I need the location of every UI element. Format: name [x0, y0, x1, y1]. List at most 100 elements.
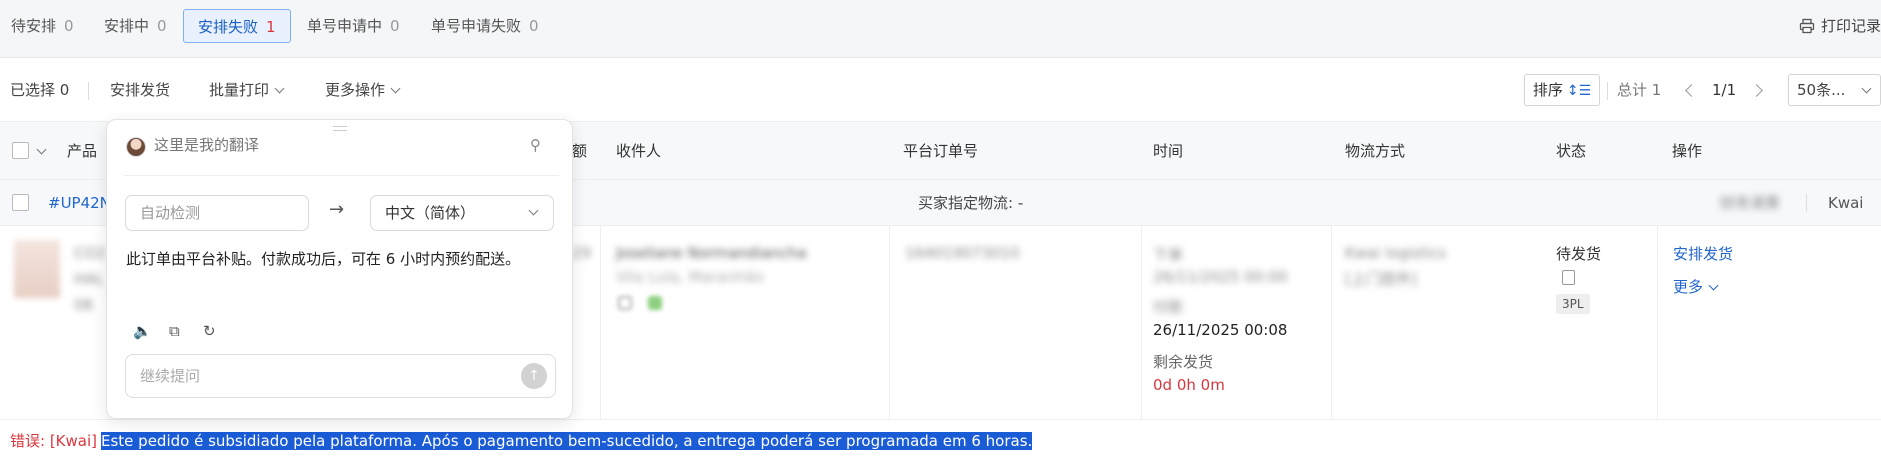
batch-print-dropdown[interactable]: 批量打印 [209, 58, 285, 122]
product-thumbnail[interactable] [14, 240, 60, 298]
col-actions: 操作 [1672, 142, 1703, 160]
recipient-city: Vila Lula, Maranhão [616, 268, 764, 286]
tab-count: 0 [529, 17, 539, 35]
page-indicator: 1/1 [1712, 81, 1737, 99]
product-name: CO2 [74, 244, 106, 262]
print-log-label: 打印记录 [1820, 17, 1881, 35]
chevron-down-icon[interactable] [36, 144, 47, 155]
error-text[interactable]: Este pedido é subsidiado pela plataforma… [101, 432, 1033, 450]
arrow-right-icon: → [329, 199, 345, 220]
more-actions-label: 更多 [1673, 278, 1704, 296]
col-time: 时间 [1153, 142, 1184, 160]
pay-time-label: 付款 [1153, 298, 1184, 316]
amount-value: 29 [572, 244, 592, 262]
divider [1331, 226, 1332, 420]
tab-label: 单号申请失败 [431, 17, 522, 35]
status-tabs: 待安排 0 安排中 0 安排失败 1 单号申请中 0 单号申请失败 0 打印记录 [0, 0, 1881, 58]
source-language-select[interactable]: 自动检测 [125, 195, 309, 231]
refresh-icon[interactable]: ↻ [203, 322, 216, 340]
more-ops-label: 更多操作 [325, 81, 386, 99]
order-status: 待发货 [1556, 245, 1602, 263]
divider [1607, 82, 1608, 100]
prev-page-icon[interactable] [1685, 84, 1698, 97]
selected-count: 已选择 0 [10, 81, 70, 99]
chevron-down-icon [390, 83, 401, 94]
target-language-value: 中文（简体） [385, 204, 476, 222]
logistics-name: Kwai logistics [1345, 244, 1447, 262]
tab-count: 0 [157, 17, 167, 35]
divider [124, 175, 559, 176]
chevron-down-icon [528, 205, 539, 216]
tab-count: 1 [266, 18, 276, 36]
pay-time: 26/11/2025 00:08 [1153, 321, 1288, 339]
remaining-label: 剩余发货 [1153, 353, 1214, 371]
buyer-logistics: 买家指定物流: - [918, 194, 1024, 212]
error-label: 错误: [Kwai] [10, 432, 97, 450]
col-product: 产品 [67, 142, 98, 160]
translation-popup: 这里是我的翻译 ⚲ 自动检测 → 中文（简体） 此订单由平台补贴。付款成功后，可… [106, 119, 573, 419]
drag-handle[interactable] [333, 126, 347, 131]
target-language-select[interactable]: 中文（简体） [370, 195, 554, 231]
divider [1141, 226, 1142, 420]
product-qty: 08 [74, 296, 94, 314]
divider [1657, 226, 1658, 420]
print-log-button[interactable]: 打印记录 [1799, 9, 1881, 43]
tab-label: 安排失败 [198, 18, 259, 36]
order-time-label: 下单 [1153, 246, 1184, 264]
clipboard-icon[interactable] [1562, 270, 1575, 285]
send-icon[interactable]: ↑ [521, 363, 547, 389]
order-id-link[interactable]: #UP42N [48, 180, 111, 226]
tab-count: 0 [64, 17, 74, 35]
divider [600, 226, 601, 420]
follow-up-input[interactable]: 继续提问 ↑ [125, 354, 556, 398]
divider [889, 226, 890, 420]
tab-pending[interactable]: 待安排 0 [11, 9, 74, 43]
logistics-type: [上门揽件] [1345, 270, 1417, 288]
chat-icon[interactable] [648, 296, 662, 310]
tab-arranging[interactable]: 安排中 0 [104, 9, 167, 43]
blurred-tag: 财务清算 [1720, 194, 1781, 212]
more-actions-link[interactable]: 更多 [1673, 276, 1719, 297]
tab-label: 安排中 [104, 17, 150, 35]
more-ops-dropdown[interactable]: 更多操作 [325, 58, 401, 122]
recipient-name: Joseliane Normandiancha [616, 244, 807, 262]
next-page-icon[interactable] [1750, 84, 1763, 97]
popup-title: 这里是我的翻译 [154, 136, 260, 154]
tab-label: 待安排 [11, 17, 57, 35]
platform-order-number: 164019073010 [905, 244, 1020, 262]
sort-icon: ↕☰ [1566, 83, 1592, 99]
arrange-ship-link[interactable]: 安排发货 [1673, 243, 1733, 264]
product-sku: HAL [74, 270, 104, 288]
select-all-checkbox[interactable] [12, 142, 29, 159]
batch-print-label: 批量打印 [209, 81, 270, 99]
per-page-select[interactable]: 50条... [1788, 74, 1881, 106]
chevron-down-icon [1708, 280, 1719, 291]
speaker-icon[interactable]: 🔈 [133, 322, 152, 340]
chevron-down-icon [274, 83, 285, 94]
col-logistics: 物流方式 [1345, 142, 1406, 160]
sort-button[interactable]: 排序 ↕☰ [1524, 74, 1600, 106]
total-count: 总计 1 [1617, 81, 1662, 99]
tab-label: 单号申请中 [307, 17, 383, 35]
arrange-ship-button[interactable]: 安排发货 [110, 58, 170, 122]
edit-icon[interactable] [618, 296, 632, 310]
col-amount: 额 [572, 142, 588, 160]
divider [88, 82, 89, 100]
error-message: 错误: [Kwai] Este pedido é subsidiado pela … [10, 430, 1033, 451]
tab-count: 0 [390, 17, 400, 35]
printer-icon [1799, 18, 1815, 34]
status-badge: 3PL [1556, 294, 1590, 314]
sort-label: 排序 [1532, 81, 1563, 99]
tab-arrange-failed[interactable]: 安排失败 1 [183, 9, 291, 43]
remaining-time: 0d 0h 0m [1153, 376, 1225, 394]
tab-number-apply-failed[interactable]: 单号申请失败 0 [431, 9, 539, 43]
per-page-value: 50条... [1797, 81, 1846, 99]
col-status: 状态 [1556, 142, 1587, 160]
toolbar: 已选择 0 安排发货 批量打印 更多操作 排序 ↕☰ 总计 1 1/1 50条..… [0, 58, 1881, 122]
row-checkbox[interactable] [12, 194, 29, 211]
tab-number-applying[interactable]: 单号申请中 0 [307, 9, 400, 43]
order-time: 26/11/2025 00:00 [1153, 268, 1288, 286]
pin-icon[interactable]: ⚲ [530, 136, 541, 154]
copy-icon[interactable]: ⧉ [169, 322, 180, 340]
avatar [126, 137, 146, 157]
